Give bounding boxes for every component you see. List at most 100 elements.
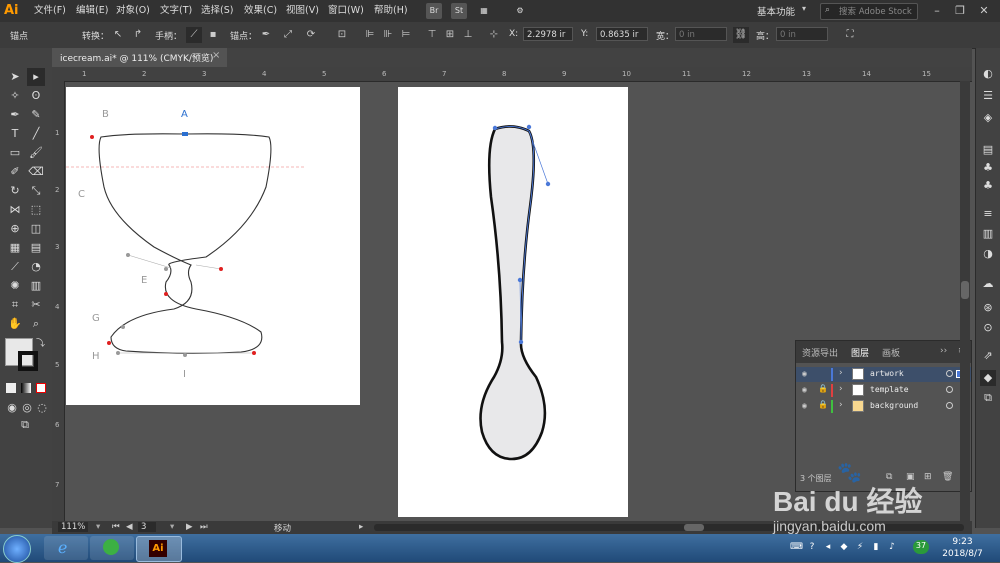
isolate-icon[interactable]: ⊡ [334,27,350,43]
transparency-panel-icon[interactable]: ◑ [980,246,996,262]
scroll-thumb[interactable] [961,281,969,299]
align-top-icon[interactable]: ⊤ [424,27,440,43]
image-trace-icon[interactable]: ⊛ [980,300,996,316]
gradient-panel-icon[interactable]: ▥ [980,226,996,242]
free-transform-icon[interactable]: ⬚ [27,201,45,219]
target-circle-icon[interactable] [946,402,953,409]
visibility-eye-icon[interactable]: ◉ [802,385,807,394]
maximize-icon[interactable]: ❐ [951,2,969,20]
asset-export-icon[interactable]: ⊙ [980,320,996,336]
menu-edit[interactable]: 编辑(E) [76,4,108,18]
menu-effect[interactable]: 效果(C) [244,4,277,18]
eraser-tool-icon[interactable]: ⌫ [27,163,45,181]
align-middle-icon[interactable]: ⊞ [442,27,458,43]
status-menu-icon[interactable]: ▸ [359,522,363,532]
appearance-panel-icon[interactable]: ◈ [980,110,996,126]
width-tool-icon[interactable]: ⋈ [6,201,24,219]
gpu-performance-icon[interactable]: ⚙ [512,3,528,19]
curvature-tool-icon[interactable]: ✎ [27,106,45,124]
selection-tool-icon[interactable]: ➤ [6,68,24,86]
pen-tool-icon[interactable]: ✒ [6,106,24,124]
x-field[interactable]: 2.2978 ir [523,27,573,41]
menu-select[interactable]: 选择(S) [201,4,233,18]
close-icon[interactable]: ✕ [975,2,993,20]
bridge-icon[interactable]: Br [426,3,442,19]
align-bottom-icon[interactable]: ⊥ [460,27,476,43]
color-mode-icon[interactable] [6,383,16,393]
target-circle-icon[interactable] [946,370,953,377]
zoom-field[interactable]: 111% [58,522,89,532]
spoon-shape[interactable] [398,87,628,517]
hand-tool-icon[interactable]: ✋ [6,315,24,333]
prev-artboard-icon[interactable]: ◀ [126,522,133,532]
connect-anchor-icon[interactable]: ⤢ [280,27,296,43]
cut-path-icon[interactable]: ⟳ [303,27,319,43]
workspace-switcher[interactable]: 基本功能 [757,4,795,18]
brushes-panel-icon[interactable]: ▤ [980,142,996,158]
rotate-tool-icon[interactable]: ↻ [6,182,24,200]
y-field[interactable]: 0.8635 ir [596,27,648,41]
draw-inside-icon[interactable]: ◌ [33,399,51,417]
chevron-down-icon[interactable]: ▾ [96,522,100,532]
symbols-panel-icon[interactable]: ♣ [980,160,996,176]
media-taskbar-icon[interactable] [90,536,134,560]
height-field[interactable]: 0 in [776,27,828,41]
stroke-panel-icon[interactable]: ≡ [980,206,996,222]
start-button[interactable] [3,535,31,563]
visibility-eye-icon[interactable]: ◉ [802,401,807,410]
stock-icon[interactable]: St [451,3,467,19]
align-left-icon[interactable]: ⊫ [362,27,378,43]
minimize-icon[interactable]: – [928,2,946,20]
shaper-tool-icon[interactable]: ✐ [6,163,24,181]
show-handles-icon[interactable]: ⟋ [186,27,202,43]
menu-window[interactable]: 窗口(W) [328,4,364,18]
zoom-tool-icon[interactable]: ⌕ [27,315,45,333]
gradient-tool-icon[interactable]: ▤ [27,239,45,257]
layers-dock-icon[interactable]: ◆ [980,370,996,386]
type-tool-icon[interactable]: T [6,125,24,143]
cc-libraries-icon[interactable]: ☁ [980,276,996,292]
cup-outline[interactable] [66,87,360,405]
width-field[interactable]: 0 in [675,27,727,41]
layer-row[interactable]: ◉ 🔒 › background [796,399,971,414]
graph-tool-icon[interactable]: ▥ [27,277,45,295]
slice-tool-icon[interactable]: ✂ [27,296,45,314]
next-artboard-icon[interactable]: ▶ [186,522,193,532]
stroke-swatch[interactable] [18,351,38,371]
artboard-number-field[interactable]: 3 [138,522,157,532]
link-icon[interactable]: ⛓ [733,27,749,43]
artboards-dock-icon[interactable]: ⧉ [980,390,996,406]
chevron-down-icon[interactable]: ▾ [802,4,806,13]
last-artboard-icon[interactable]: ⏭ [200,522,208,532]
none-mode-icon[interactable] [36,383,46,393]
magic-wand-icon[interactable]: ✧ [6,87,24,105]
first-artboard-icon[interactable]: ⏮ [112,522,120,532]
convert-smooth-icon[interactable]: ↱ [130,27,146,43]
expand-chevron-icon[interactable]: › [838,368,843,378]
bounding-box-icon[interactable]: ⛶ [842,27,858,43]
graphic-styles-icon[interactable]: ♣ [980,178,996,194]
align-center-icon[interactable]: ⊪ [380,27,396,43]
artboard-tool-icon[interactable]: ⌗ [6,296,24,314]
collapse-panel-icon[interactable]: ›› [940,346,947,356]
shape-builder-icon[interactable]: ⊕ [6,220,24,238]
line-tool-icon[interactable]: ╱ [27,125,45,143]
menu-object[interactable]: 对象(O) [116,4,150,18]
menu-file[interactable]: 文件(F) [34,4,66,18]
menu-view[interactable]: 视图(V) [286,4,319,18]
eyedropper-icon[interactable]: ⟋ [6,258,24,276]
visibility-eye-icon[interactable]: ◉ [802,369,807,378]
chevron-down-icon[interactable]: ▾ [170,522,174,532]
color-panel-icon[interactable]: ◐ [980,66,996,82]
swatches-panel-icon[interactable]: ☰ [980,88,996,104]
layer-row[interactable]: ◉ 🔒 › template [796,383,971,398]
tab-asset-export[interactable]: 资源导出 [802,346,838,359]
document-tab[interactable]: icecream.ai* @ 111% (CMYK/预览) × [52,48,227,67]
symbol-sprayer-icon[interactable]: ✺ [6,277,24,295]
export-dock-icon[interactable]: ⇗ [980,348,996,364]
stock-search-input[interactable]: ⌕ 搜索 Adobe Stock [820,3,918,20]
menu-type[interactable]: 文字(T) [160,4,192,18]
transform-reference-icon[interactable]: ⊹ [486,27,502,43]
arrange-documents-icon[interactable]: ▦ [476,3,492,19]
expand-chevron-icon[interactable]: › [838,400,843,410]
